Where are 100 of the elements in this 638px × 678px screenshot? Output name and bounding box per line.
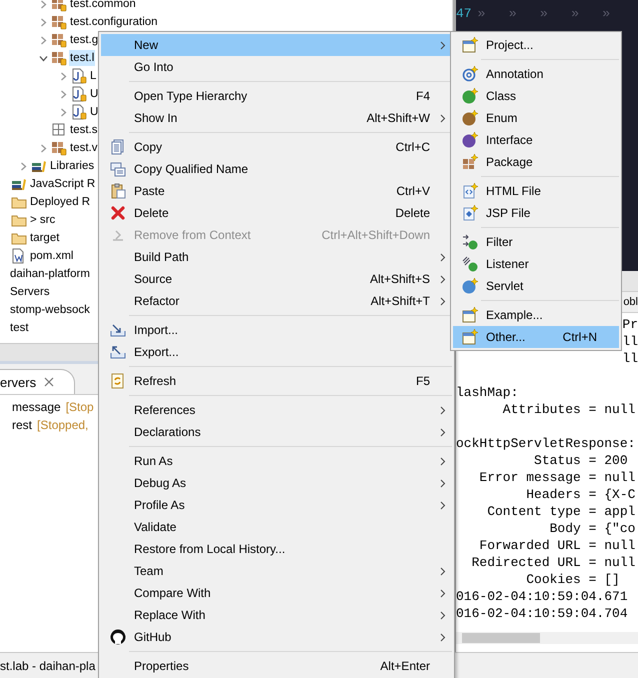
menu-item[interactable]: Import...	[101, 319, 452, 341]
menu-item[interactable]: Restore from Local History...	[101, 538, 452, 560]
servers-tab[interactable]: ervers	[0, 369, 76, 394]
tree-item[interactable]: pom.xml	[29, 248, 74, 264]
tree-item[interactable]: test.l	[69, 50, 96, 66]
menu-item[interactable]: Delete Delete	[101, 202, 452, 224]
menu-item[interactable]: Show In Alt+Shift+W	[101, 107, 452, 129]
shortcut-text: Ctrl+N	[562, 330, 597, 344]
menu-item[interactable]: Copy Ctrl+C	[101, 136, 452, 158]
menu-item[interactable]: Listener	[453, 253, 619, 275]
tray-arrow-icon	[110, 322, 126, 338]
menu-item[interactable]: Properties Alt+Enter	[101, 655, 452, 677]
package-icon	[51, 140, 67, 156]
menu-item[interactable]: Servlet	[453, 275, 619, 297]
scrollbar-track[interactable]	[456, 632, 638, 644]
tree-item[interactable]: target	[29, 230, 60, 246]
server-name[interactable]: message	[12, 400, 61, 414]
circle-sparkle-icon	[462, 278, 478, 294]
shortcut-text: Alt+Shift+T	[370, 294, 430, 308]
tree-item[interactable]: L	[89, 68, 98, 84]
menu-item[interactable]: Annotation	[453, 63, 619, 85]
shortcut-text: Ctrl+Alt+Shift+Down	[322, 228, 430, 242]
menu-item[interactable]: Example...	[453, 304, 619, 326]
tree-item[interactable]: U	[89, 86, 100, 102]
whitespace-marks: » » » » »	[478, 6, 610, 21]
menu-item[interactable]: GitHub	[101, 626, 452, 648]
tree-item[interactable]: daihan-platform	[9, 266, 91, 282]
console-line: ockHttpServletResponse:	[456, 435, 636, 452]
shortcut-text: F4	[416, 89, 430, 103]
console-line: Cookies = []	[525, 571, 621, 588]
grid-icon	[51, 122, 67, 138]
menu-item[interactable]: Debug As	[101, 472, 452, 494]
menu-item[interactable]: Project...	[453, 34, 619, 56]
shortcut-text: Alt+Shift+W	[366, 111, 430, 125]
package-sparkle-icon	[462, 154, 478, 170]
tree-item[interactable]: test.g	[69, 32, 100, 48]
menu-item[interactable]: Interface	[453, 129, 619, 151]
menu-item[interactable]: Replace With	[101, 604, 452, 626]
package-icon	[51, 14, 67, 30]
round-logo-icon	[110, 629, 126, 645]
menu-item[interactable]: JSP File	[453, 202, 619, 224]
console-line: ll	[622, 333, 638, 350]
tree-item[interactable]: U	[89, 104, 100, 120]
tree-item[interactable]: test.v	[69, 140, 98, 156]
console-tab[interactable]: obl	[623, 296, 638, 308]
console-line: Pr	[622, 316, 638, 333]
menu-item[interactable]: Class	[453, 85, 619, 107]
menu-item[interactable]: Refresh F5	[101, 370, 452, 392]
refresh-icon	[110, 373, 126, 389]
menu-item[interactable]: Paste Ctrl+V	[101, 180, 452, 202]
menu-item[interactable]: Run As	[101, 450, 452, 472]
close-icon[interactable]	[44, 377, 54, 387]
menu-item[interactable]: Compare With	[101, 582, 452, 604]
tree-item[interactable]: Servers	[9, 284, 51, 300]
arrows-circle-icon	[462, 234, 478, 250]
tree-item[interactable]: > src	[29, 212, 56, 228]
menu-item[interactable]: Validate	[101, 516, 452, 538]
status-text: st.lab - daihan-pla	[0, 659, 96, 673]
menu-item[interactable]: Filter	[453, 231, 619, 253]
console-line: Body = {"co	[548, 520, 636, 537]
server-name[interactable]: rest	[12, 418, 32, 432]
line-number: 47	[456, 6, 472, 21]
menu-item[interactable]: References	[101, 399, 452, 421]
console-line: lashMap:	[456, 384, 520, 401]
tree-item[interactable]: Deployed R	[29, 194, 92, 210]
menu-item[interactable]: Team	[101, 560, 452, 582]
tree-item[interactable]: test.s	[69, 122, 98, 138]
document-sparkle-icon	[462, 205, 478, 221]
books-icon	[31, 158, 47, 174]
menu-item[interactable]: Declarations	[101, 421, 452, 443]
tree-item[interactable]: JavaScript R	[29, 176, 96, 192]
tree-item[interactable]: Libraries	[49, 158, 96, 174]
menu-item[interactable]: HTML File	[453, 180, 619, 202]
menu-item[interactable]: Go Into	[101, 56, 452, 78]
menu-item[interactable]: Build Path	[101, 246, 452, 268]
shortcut-text: F5	[416, 374, 430, 388]
scrollbar-thumb[interactable]	[462, 633, 540, 643]
tree-item[interactable]: test.configuration	[69, 14, 159, 30]
circle-sparkle-icon	[462, 132, 478, 148]
delete-icon	[110, 205, 126, 221]
tree-item[interactable]: stomp-websock	[9, 302, 91, 318]
menu-item[interactable]: Enum	[453, 107, 619, 129]
menu-item[interactable]: Export...	[101, 341, 452, 363]
menu-item[interactable]: Source Alt+Shift+S	[101, 268, 452, 290]
console-line: Attributes = null	[502, 401, 636, 418]
console-line: 016-02-04:10:59:04.704	[456, 605, 629, 622]
lines-circle-icon	[462, 256, 478, 272]
menu-item[interactable]: Profile As	[101, 494, 452, 516]
menu-item[interactable]: Open Type Hierarchy F4	[101, 85, 452, 107]
menu-item[interactable]: Package	[453, 151, 619, 173]
circle-sparkle-icon	[462, 88, 478, 104]
file-icon	[71, 68, 87, 84]
menu-item[interactable]: Other... Ctrl+N	[453, 326, 619, 348]
menu-item[interactable]: Copy Qualified Name	[101, 158, 452, 180]
copy-icon	[110, 139, 126, 155]
console-line: Status = 200	[533, 452, 629, 469]
window-sparkle-icon	[462, 307, 478, 323]
menu-item[interactable]: New	[101, 34, 452, 56]
tree-item[interactable]: test	[9, 320, 30, 336]
menu-item[interactable]: Refactor Alt+Shift+T	[101, 290, 452, 312]
